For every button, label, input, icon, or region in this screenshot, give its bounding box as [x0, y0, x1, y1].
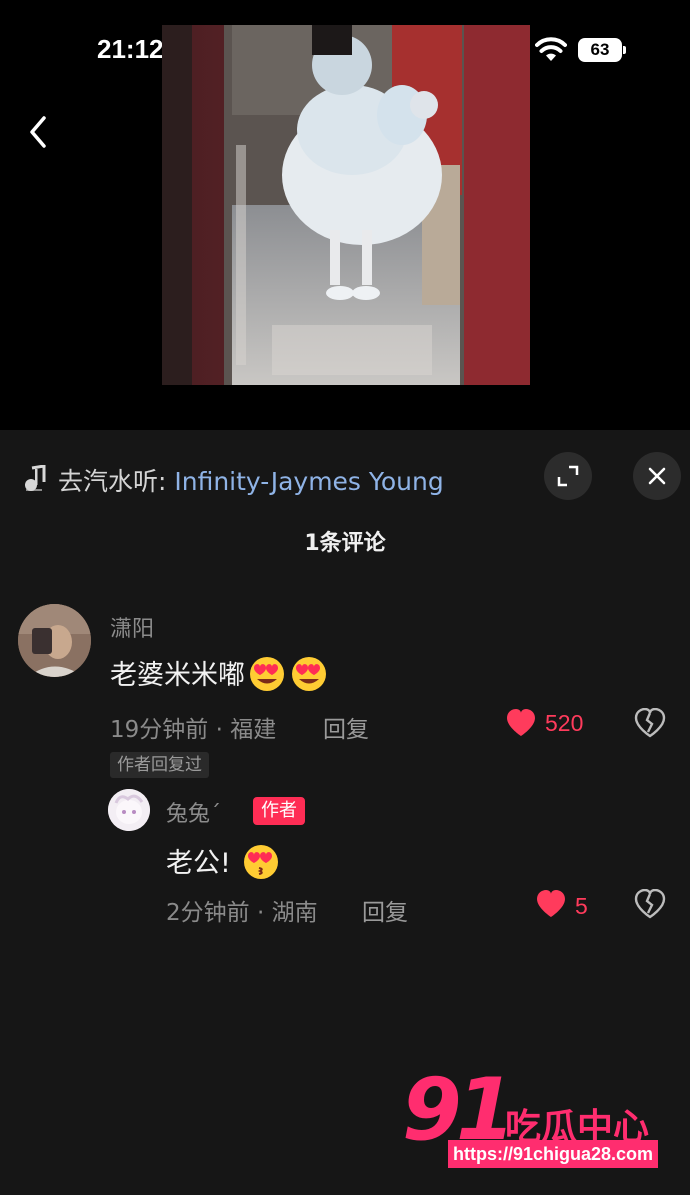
music-note-icon	[25, 465, 46, 491]
music-track-name: Infinity-Jaymes Young	[174, 467, 444, 496]
reply-avatar[interactable]	[108, 789, 150, 831]
battery-level: 63	[578, 38, 622, 62]
reply-time-location: 2分钟前 · 湖南	[166, 900, 318, 926]
wifi-icon	[535, 37, 567, 61]
expand-icon	[557, 465, 579, 487]
kissing-heart-emoji-icon	[243, 845, 278, 879]
reply-like-count: 5	[575, 893, 588, 919]
author-badge: 作者	[253, 797, 305, 825]
music-link[interactable]: 去汽水听: Infinity-Jaymes Young	[58, 462, 444, 498]
comment-body: 老婆米米嘟	[110, 660, 245, 691]
heart-icon[interactable]	[535, 889, 567, 919]
battery-icon: 63	[578, 38, 626, 62]
heart-eyes-emoji-icon	[292, 657, 326, 691]
author-replied-tag: 作者回复过	[110, 752, 209, 778]
reply-body: 老公!	[166, 848, 231, 879]
comment-time-location: 19分钟前 · 福建	[110, 717, 277, 743]
reply-reply-button[interactable]: 回复	[362, 893, 408, 927]
comment-count-title: 1条评论	[304, 531, 386, 556]
reply-avatar-image	[108, 789, 150, 831]
broken-heart-icon[interactable]	[634, 708, 666, 738]
close-button[interactable]	[633, 452, 681, 500]
avatar-image	[18, 604, 91, 677]
reply-username[interactable]: 兔兔ˊ	[166, 796, 221, 828]
close-icon	[648, 467, 666, 485]
heart-icon[interactable]	[505, 708, 537, 738]
heart-eyes-emoji-icon	[250, 657, 284, 691]
status-time: 21:12	[97, 34, 164, 64]
screen: 21:12 63 去汽水听: Infinity-Jaymes Young 1条评…	[0, 0, 690, 1195]
like-count: 520	[545, 710, 584, 736]
back-arrow-icon[interactable]	[20, 110, 56, 154]
music-link-prefix: 去汽水听:	[58, 467, 175, 496]
comment-text: 老婆米米嘟	[110, 653, 329, 694]
post-photo[interactable]	[162, 25, 530, 385]
expand-button[interactable]	[544, 452, 592, 500]
battery-tip	[623, 46, 626, 54]
comment-username[interactable]: 潇阳	[110, 611, 154, 643]
watermark-url: https://91chigua28.com	[448, 1140, 658, 1168]
avatar[interactable]	[18, 604, 91, 677]
reply-button[interactable]: 回复	[323, 710, 369, 744]
broken-heart-icon[interactable]	[634, 889, 666, 919]
reply-text: 老公!	[166, 841, 281, 882]
